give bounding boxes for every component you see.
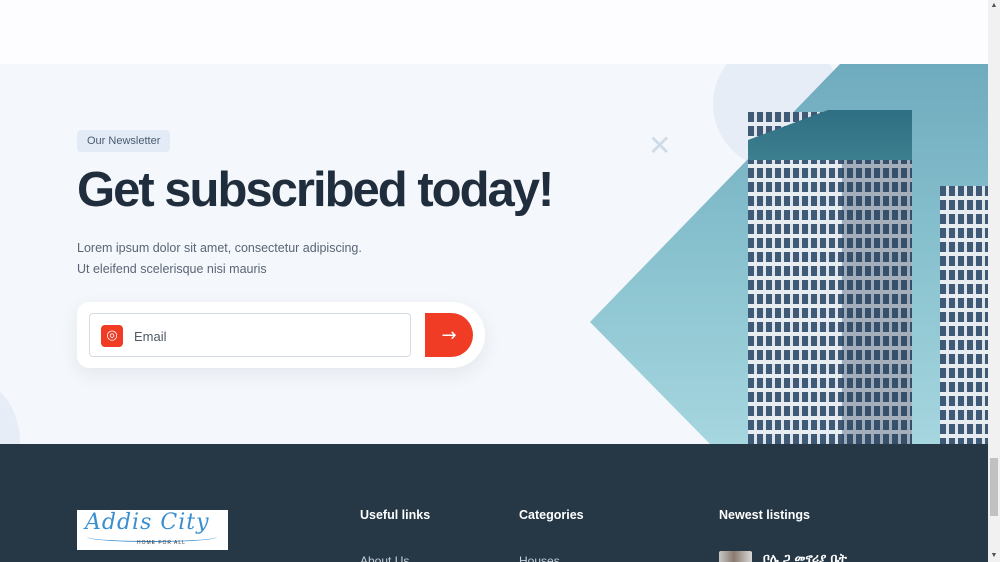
fingerprint-icon: ◎ [101, 325, 123, 347]
newsletter-description: Lorem ipsum dolor sit amet, consectetur … [77, 241, 362, 276]
top-strip [0, 0, 988, 64]
footer: Addis City HOME FOR ALL Useful links Abo… [0, 444, 988, 562]
subscribe-button[interactable]: → [425, 313, 473, 357]
footer-link-about-us[interactable]: About Us [360, 554, 409, 562]
footer-heading-newest-listings: Newest listings [719, 508, 810, 522]
footer-link-houses[interactable]: Houses [519, 554, 560, 562]
newsletter-badge: Our Newsletter [77, 130, 171, 152]
logo-text: Addis City [85, 510, 210, 535]
page-scrollbar[interactable]: ▲ ▼ [988, 0, 1000, 562]
scroll-down-icon[interactable]: ▼ [988, 550, 1000, 562]
logo-tagline: HOME FOR ALL [137, 540, 186, 546]
footer-heading-categories: Categories [519, 508, 584, 522]
scrollbar-thumb[interactable] [990, 458, 998, 516]
building-tower-secondary [940, 186, 988, 444]
listing-title[interactable]: ቦሌ ጋ መኖሪያ ቤት [763, 551, 847, 562]
email-field[interactable]: ◎ [89, 313, 411, 357]
newsletter-section: ✕ Our Newsletter Get subscribed today! L… [0, 64, 988, 444]
building-shadow [842, 112, 912, 444]
email-input[interactable] [134, 325, 394, 347]
subscribe-form: ◎ → [77, 302, 485, 368]
listing-thumbnail[interactable] [719, 551, 752, 562]
newsletter-headline: Get subscribed today! [77, 163, 554, 217]
decorative-circle [0, 384, 20, 444]
site-logo[interactable]: Addis City HOME FOR ALL [77, 510, 228, 550]
building-image [590, 64, 988, 444]
footer-heading-useful-links: Useful links [360, 508, 431, 522]
arrow-right-icon: → [441, 324, 457, 346]
scroll-up-icon[interactable]: ▲ [988, 0, 1000, 12]
